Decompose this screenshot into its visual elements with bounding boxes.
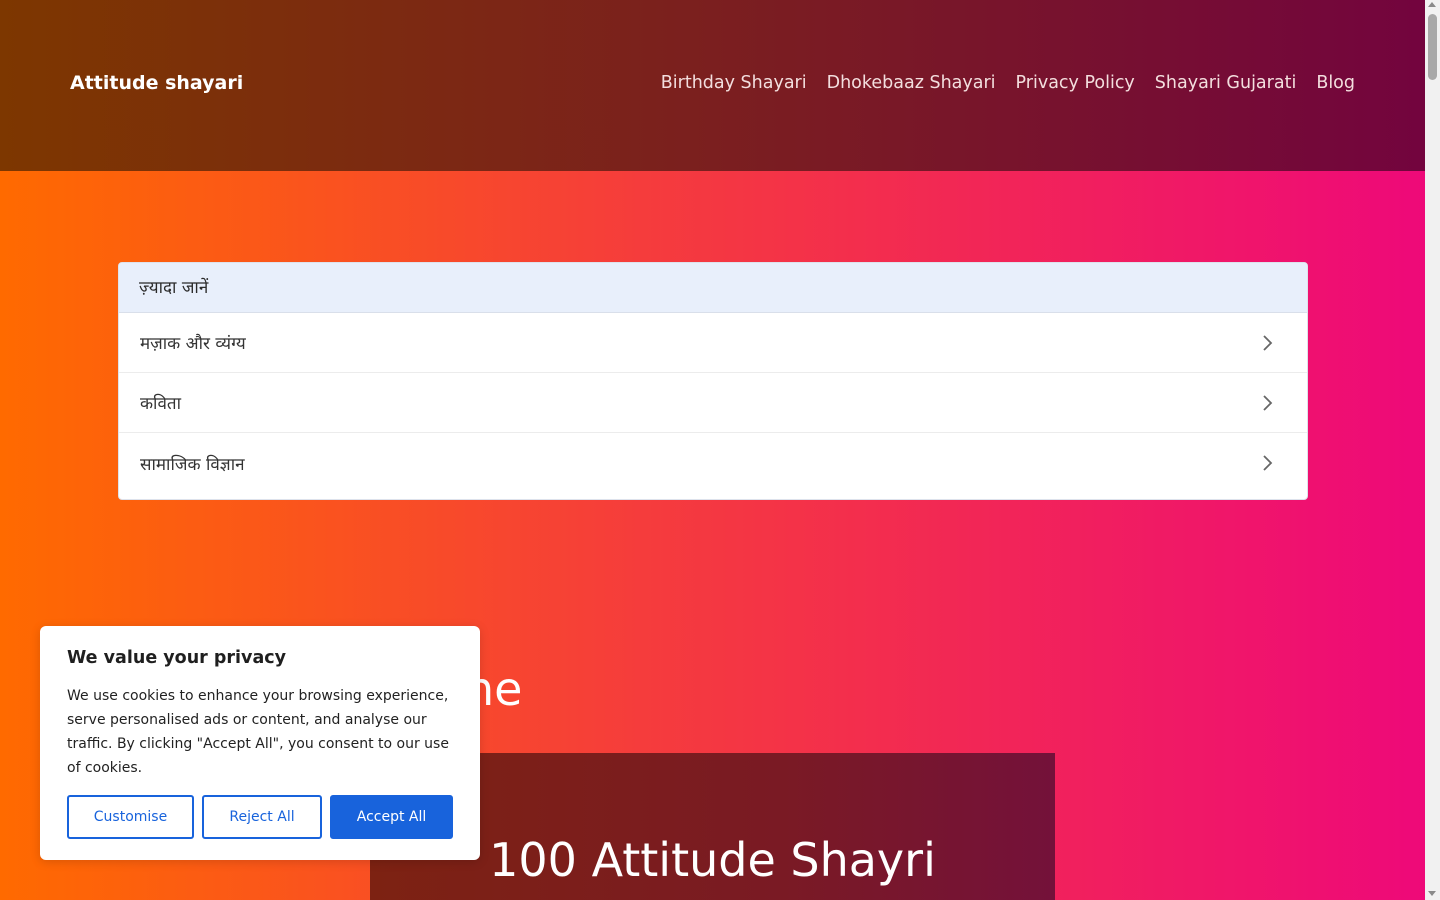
- scroll-up-arrow-icon[interactable]: [1428, 2, 1436, 7]
- page: Attitude shayari Birthday Shayari Dhokeb…: [0, 0, 1425, 900]
- customise-button[interactable]: Customise: [67, 795, 194, 839]
- site-header: Attitude shayari Birthday Shayari Dhokeb…: [0, 0, 1425, 171]
- cookie-title: We value your privacy: [67, 648, 287, 668]
- nav-link-dhokebaaz-shayari[interactable]: Dhokebaaz Shayari: [827, 73, 996, 93]
- main-nav: Birthday Shayari Dhokebaaz Shayari Priva…: [661, 73, 1355, 93]
- scroll-down-arrow-icon[interactable]: [1428, 891, 1436, 896]
- learn-more-item-label: कविता: [140, 394, 182, 414]
- scrollbar-thumb[interactable]: [1428, 14, 1437, 80]
- learn-more-item[interactable]: सामाजिक विज्ञान: [119, 433, 1307, 493]
- nav-link-shayari-gujarati[interactable]: Shayari Gujarati: [1155, 73, 1297, 93]
- nav-link-blog[interactable]: Blog: [1316, 73, 1355, 93]
- learn-more-card: ज़्यादा जानें मज़ाक और व्यंग्य कविता साम…: [118, 262, 1308, 500]
- learn-more-item[interactable]: कविता: [119, 373, 1307, 433]
- learn-more-item-label: सामाजिक विज्ञान: [140, 454, 245, 475]
- site-title[interactable]: Attitude shayari: [70, 72, 243, 94]
- chevron-right-icon: [1263, 334, 1273, 351]
- page-scrollbar[interactable]: [1425, 0, 1440, 900]
- reject-all-button[interactable]: Reject All: [202, 795, 322, 839]
- nav-link-birthday-shayari[interactable]: Birthday Shayari: [661, 73, 807, 93]
- cookie-consent-banner: We value your privacy We use cookies to …: [40, 626, 480, 860]
- learn-more-item[interactable]: मज़ाक और व्यंग्य: [119, 313, 1307, 373]
- nav-link-privacy-policy[interactable]: Privacy Policy: [1016, 73, 1135, 93]
- accept-all-button[interactable]: Accept All: [330, 795, 453, 839]
- cookie-text: We use cookies to enhance your browsing …: [67, 688, 449, 776]
- chevron-right-icon: [1263, 394, 1273, 411]
- chevron-right-icon: [1263, 455, 1273, 471]
- learn-more-title: ज़्यादा जानें: [119, 263, 1307, 313]
- learn-more-item-label: मज़ाक और व्यंग्य: [140, 334, 246, 354]
- cookie-buttons: Customise Reject All Accept All: [67, 795, 453, 839]
